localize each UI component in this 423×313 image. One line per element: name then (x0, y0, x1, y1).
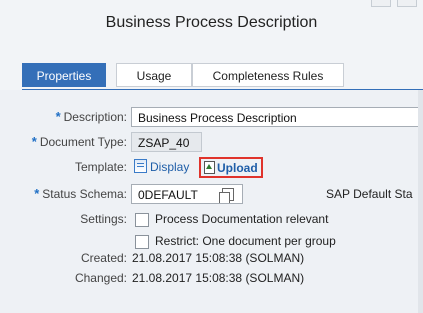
description-row: * Description: Business Process Descripti… (0, 106, 423, 128)
document-icon (134, 159, 147, 173)
status-schema-row: * Status Schema: 0DEFAULT SAP Default Sta (0, 183, 423, 205)
required-marker: * (55, 109, 61, 124)
created-value: 21.08.2017 15:08:38 (SOLMAN) (132, 251, 305, 265)
changed-label: Changed: (74, 271, 127, 285)
vertical-scrollbar[interactable] (418, 90, 423, 313)
properties-panel: * Description: Business Process Descripti… (0, 90, 423, 313)
changed-value: 21.08.2017 15:08:38 (SOLMAN) (132, 271, 305, 285)
description-input[interactable]: Business Process Description (131, 107, 423, 127)
created-row: Created: 21.08.2017 15:08:38 (SOLMAN) (0, 247, 423, 269)
document-type-field: ZSAP_40 (131, 132, 202, 152)
copy-icon[interactable] (219, 188, 234, 203)
tab-completeness-rules[interactable]: Completeness Rules (192, 63, 344, 87)
window-control-stub[interactable] (397, 0, 417, 7)
description-label: * Description: (55, 109, 127, 124)
dialog-title: Business Process Description (105, 14, 318, 31)
process-documentation-label: Process Documentation relevant (155, 212, 329, 226)
display-link[interactable]: Display (134, 156, 189, 178)
tab-properties[interactable]: Properties (22, 63, 106, 87)
changed-row: Changed: 21.08.2017 15:08:38 (SOLMAN) (0, 267, 423, 289)
required-marker: * (34, 186, 40, 201)
upload-link[interactable]: Upload (199, 157, 263, 178)
window-control-stub[interactable] (371, 0, 391, 7)
document-type-row: * Document Type: ZSAP_40 (0, 131, 423, 153)
settings-row: Settings: Process Documentation relevant (0, 208, 423, 230)
status-schema-label: * Status Schema: (34, 186, 127, 201)
document-type-label: * Document Type: (31, 134, 127, 149)
required-marker: * (31, 134, 37, 149)
template-label: Template: (74, 160, 127, 174)
status-schema-description: SAP Default Sta (326, 187, 413, 201)
tab-usage[interactable]: Usage (116, 63, 192, 87)
status-schema-input[interactable]: 0DEFAULT (131, 184, 243, 204)
settings-label: Settings: (80, 212, 127, 226)
process-documentation-checkbox[interactable] (135, 213, 149, 227)
upload-icon (203, 161, 215, 174)
created-label: Created: (80, 251, 127, 265)
template-row: Template: Display Upload (0, 156, 423, 178)
